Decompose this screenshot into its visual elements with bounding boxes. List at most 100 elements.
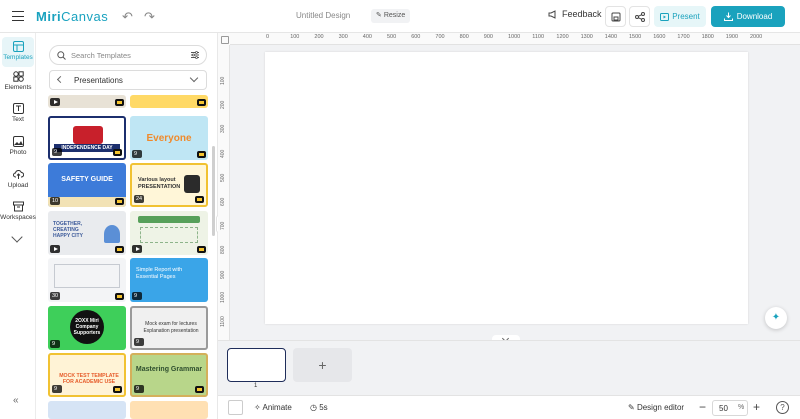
doodle-illustration [140,227,198,243]
template-card[interactable]: Everyone 9 [130,116,208,160]
present-button[interactable]: Present [654,6,706,27]
template-card[interactable] [130,401,208,419]
help-icon[interactable]: ? [776,401,789,414]
ruler-tick-label: 1000 [508,34,521,40]
redo-icon[interactable]: ↷ [144,9,155,25]
ruler-tick-label: 700 [435,34,445,40]
collapse-panel-icon[interactable]: « [13,395,19,406]
rail-item-workspaces[interactable]: Workspaces [0,201,36,221]
page-count-badge: 24 [134,195,145,203]
duration-label: 5s [319,403,328,412]
save-icon [611,12,620,21]
category-label: Presentations [74,76,123,85]
template-card[interactable] [130,211,208,255]
template-title: Mock exam for lectures Explanation prese… [143,321,199,334]
ruler-tick-label: 900 [220,270,226,279]
design-editor-button[interactable]: ✎ Design editor [628,403,684,412]
page-count-badge: 30 [50,292,61,300]
template-card[interactable]: Mastering Grammar 9 [130,353,208,397]
video-icon [50,245,60,253]
zoom-out-button[interactable]: − [699,400,706,414]
ai-assistant-button[interactable]: ✦ [765,307,787,329]
template-card[interactable]: 2OXX Miri Company Supporters 9 [48,306,126,350]
timer-icon: ◷ [310,403,317,412]
template-title: 2OXX Miri Company Supporters [70,310,104,344]
template-card[interactable]: SAFETY GUIDE 10 [48,163,126,207]
rail-item-photo[interactable]: Photo [0,136,36,156]
ruler-tick-label: 800 [220,246,226,255]
feedback-button[interactable]: Feedback [548,9,602,19]
ruler-tick-label: 100 [290,34,300,40]
premium-crown-icon [195,196,204,203]
ruler-tick-label: 900 [483,34,493,40]
page-count-badge: 9 [52,148,62,156]
chevron-down-icon [189,73,199,83]
ruler-tick-label: 1400 [604,34,618,40]
drum-illustration [73,126,103,144]
zoom-in-button[interactable]: + [753,400,760,414]
filter-icon[interactable] [191,51,199,59]
template-card[interactable]: Mock exam for lectures Explanation prese… [130,306,208,350]
premium-crown-icon [115,99,124,106]
rail-label-workspaces: Workspaces [0,214,36,221]
ruler-tick-label: 1500 [629,34,642,40]
rail-item-upload[interactable]: Upload [0,169,36,189]
share-button[interactable] [629,6,650,27]
share-icon [634,11,645,22]
template-card[interactable] [48,95,126,108]
premium-crown-icon [115,293,124,300]
video-icon [50,98,60,106]
document-title[interactable]: Untitled Design [296,11,350,20]
pen-icon: ✎ [628,403,635,412]
page-count-badge: 9 [132,150,142,158]
figure-illustration [104,225,120,243]
search-placeholder: Search Templates [71,50,131,60]
category-select[interactable]: Presentations [49,70,207,90]
animate-button[interactable]: ✧ Animate [254,403,292,412]
ruler-tick-label: 1900 [725,34,739,40]
rail-label-upload: Upload [7,182,29,189]
rail-item-templates[interactable]: Templates [2,37,34,67]
ruler-top: 0 100 200 300 400 500 600 700 800 900 1000 1100 1200… [218,33,800,45]
undo-icon[interactable]: ↶ [122,9,133,25]
template-card[interactable]: TOGETHER, CREATING HAPPY CITY [48,211,126,255]
more-chevron-icon[interactable] [11,231,23,243]
animate-label: Animate [262,403,292,412]
logo[interactable]: MiriCanvas [36,9,108,24]
present-label: Present [672,12,700,21]
menu-icon[interactable] [12,11,24,21]
template-title: TOGETHER, CREATING HAPPY CITY [53,221,83,239]
rail-item-elements[interactable]: Elements [0,71,36,91]
page-count-badge: 9 [50,340,60,348]
page-thumbnail[interactable] [227,348,286,382]
ruler-tick-label: 700 [220,221,226,231]
page-count-badge: 9 [134,385,144,393]
template-card[interactable]: INDEPENDENCE DAY 9 [48,116,126,160]
rail-item-text[interactable]: Text [0,103,36,123]
ruler-corner[interactable] [218,33,230,45]
search-input[interactable]: Search Templates [49,45,207,65]
template-card[interactable] [130,95,208,108]
background-color-swatch[interactable] [228,400,243,415]
resize-button[interactable]: ✎ Resize [371,9,411,23]
ruler-tick-label: 200 [314,34,324,40]
ruler-tick-label: 800 [459,34,469,40]
template-card[interactable]: 30 [48,258,126,302]
template-card[interactable]: Simple Report with Essential Pages 9 [130,258,208,302]
duration-button[interactable]: ◷ 5s [310,403,328,412]
save-button[interactable] [605,6,626,27]
download-button[interactable]: Download [711,6,785,27]
video-icon [132,245,142,253]
back-chevron-icon[interactable] [56,75,65,84]
download-label: Download [736,12,773,21]
page-count-badge: 9 [134,338,144,346]
template-card[interactable]: Various layout PRESENTATION 24 [130,163,208,207]
template-card[interactable] [48,401,126,419]
zoom-unit: % [738,404,745,411]
character-illustration [184,175,200,193]
design-page[interactable] [265,52,748,324]
add-page-button[interactable]: + [293,348,352,382]
rail-label-elements: Elements [4,84,32,91]
template-card[interactable]: MOCK TEST TEMPLATE FOR ACADEMIC USE 9 [48,353,126,397]
panel-scrollbar[interactable] [212,146,215,236]
